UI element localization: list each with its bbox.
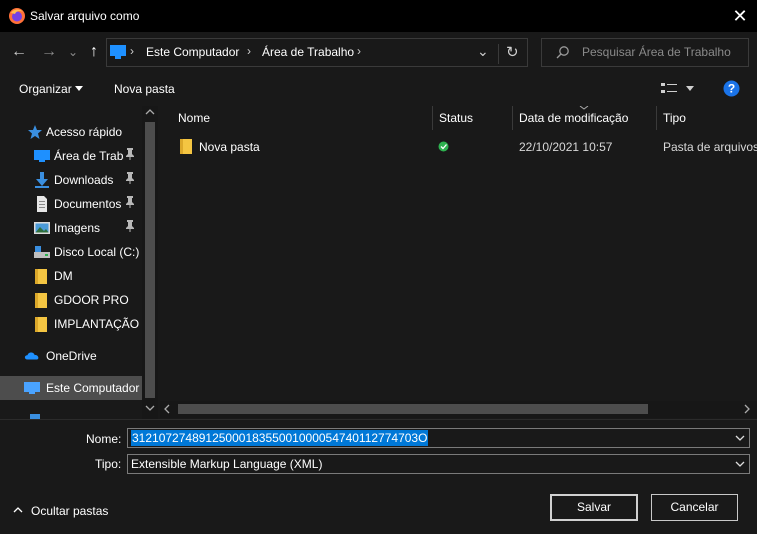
search-icon xyxy=(556,46,569,59)
column-divider[interactable] xyxy=(512,106,513,130)
folder-icon xyxy=(180,139,192,154)
folder-icon xyxy=(35,269,47,284)
back-button[interactable]: ← xyxy=(8,41,30,63)
sidebar-item-desktop[interactable]: Área de Traba xyxy=(0,144,142,168)
sidebar-item-label: Documentos xyxy=(54,197,122,211)
sidebar-item-label: IMPLANTAÇÃO xyxy=(54,317,140,331)
sort-indicator-icon xyxy=(579,106,589,110)
organize-dropdown-arrow-icon xyxy=(75,86,83,91)
sidebar-item-dm[interactable]: DM xyxy=(0,264,142,288)
file-name-value[interactable]: 3121072748912500018355001000054740112774… xyxy=(131,430,429,446)
sidebar-item-local-disk[interactable]: Disco Local (C:) xyxy=(0,240,142,264)
organize-button[interactable]: Organizar xyxy=(19,82,72,96)
column-header-name[interactable]: Nome xyxy=(178,106,210,130)
table-row[interactable]: Nova pasta 22/10/2021 10:57 Pasta de arq… xyxy=(160,134,757,158)
sidebar-item-this-computer[interactable]: Este Computador xyxy=(0,376,142,400)
folder-icon xyxy=(35,293,47,308)
up-button[interactable]: ↑ xyxy=(83,41,105,63)
file-type-dropdown-chevron-icon[interactable] xyxy=(735,461,745,467)
scroll-left-arrow-icon[interactable] xyxy=(164,404,170,414)
view-dropdown-arrow-icon[interactable] xyxy=(686,86,694,91)
sidebar-item-label: Área de Traba xyxy=(54,149,124,163)
pin-icon xyxy=(125,220,135,235)
computer-icon xyxy=(110,45,126,59)
sidebar-item-label: Este Computador xyxy=(46,381,140,395)
sidebar-item-quick-access[interactable]: Acesso rápido xyxy=(0,120,142,144)
pin-icon xyxy=(125,172,135,187)
column-header-modified[interactable]: Data de modificação xyxy=(519,106,628,130)
navigation-pane[interactable]: Acesso rápido Área de Traba Downloads Do… xyxy=(0,106,158,419)
file-type-value: Extensible Markup Language (XML) xyxy=(131,457,323,471)
new-folder-button[interactable]: Nova pasta xyxy=(114,82,175,96)
pin-icon xyxy=(125,196,135,211)
file-name-dropdown-chevron-icon[interactable] xyxy=(735,435,745,441)
column-divider[interactable] xyxy=(656,106,657,130)
refresh-button[interactable]: ↻ xyxy=(506,43,519,61)
download-icon xyxy=(35,172,49,188)
sidebar-item-label: Disco Local (C:) xyxy=(54,245,140,259)
scroll-down-arrow-icon[interactable] xyxy=(145,405,155,411)
image-icon xyxy=(34,222,50,234)
scroll-right-arrow-icon[interactable] xyxy=(744,404,750,414)
help-glyph: ? xyxy=(728,82,735,96)
breadcrumb-separator: › xyxy=(130,44,134,58)
document-icon xyxy=(37,196,47,212)
sidebar-item-label: DM xyxy=(54,269,73,283)
file-type: Pasta de arquivos xyxy=(663,140,757,154)
sidebar-item-onedrive[interactable]: OneDrive xyxy=(0,344,142,368)
star-icon xyxy=(28,125,42,139)
firefox-icon xyxy=(9,8,25,24)
drive-icon xyxy=(34,246,50,258)
breadcrumb-item-computer[interactable]: Este Computador xyxy=(146,45,239,59)
sidebar-item-label: GDOOR PRO xyxy=(54,293,129,307)
column-header-status[interactable]: Status xyxy=(439,106,473,130)
network-icon xyxy=(30,414,40,419)
recent-locations-chevron-icon[interactable]: ⌄ xyxy=(62,41,84,63)
scroll-up-arrow-icon[interactable] xyxy=(145,109,155,115)
search-input[interactable]: Pesquisar Área de Trabalho xyxy=(582,45,731,59)
sidebar-scrollbar-thumb[interactable] xyxy=(145,122,155,398)
folder-icon xyxy=(35,317,47,332)
file-type-label: Tipo: xyxy=(95,457,122,471)
file-name-label: Nome: xyxy=(86,432,122,446)
close-button[interactable]: ✕ xyxy=(727,3,753,29)
breadcrumb-item-desktop[interactable]: Área de Trabalho xyxy=(262,45,354,59)
sidebar-item-downloads[interactable]: Downloads xyxy=(0,168,142,192)
sync-status-ok-icon xyxy=(438,141,449,152)
computer-icon xyxy=(24,382,40,394)
sidebar-item-label: OneDrive xyxy=(46,349,97,363)
help-icon[interactable]: ? xyxy=(723,80,740,97)
collapse-chevron-up-icon[interactable] xyxy=(13,507,23,513)
address-dropdown-chevron-icon[interactable]: ⌄ xyxy=(477,43,489,60)
desktop-icon xyxy=(34,150,50,162)
view-options-icon[interactable] xyxy=(661,82,677,94)
hide-folders-button[interactable]: Ocultar pastas xyxy=(31,504,108,518)
file-list[interactable]: Nome Status Data de modificação Tipo Nov… xyxy=(160,106,757,419)
cancel-button[interactable]: Cancelar xyxy=(651,494,738,521)
column-divider[interactable] xyxy=(432,106,433,130)
sidebar-item-label: Acesso rápido xyxy=(46,125,123,139)
sidebar-item-images[interactable]: Imagens xyxy=(0,216,142,240)
breadcrumb-separator: › xyxy=(247,44,251,58)
column-header-type[interactable]: Tipo xyxy=(663,106,686,130)
pin-icon xyxy=(125,148,135,163)
sidebar-item-implantacao[interactable]: IMPLANTAÇÃO xyxy=(0,312,142,336)
sidebar-item-label: Downloads xyxy=(54,173,114,187)
file-modified: 22/10/2021 10:57 xyxy=(519,140,613,154)
sidebar-item-documents[interactable]: Documentos xyxy=(0,192,142,216)
breadcrumb-separator: › xyxy=(357,44,361,58)
horizontal-scrollbar-thumb[interactable] xyxy=(178,404,648,414)
cloud-icon xyxy=(24,352,39,360)
sidebar-item-gdoor-pro[interactable]: GDOOR PRO xyxy=(0,288,142,312)
sidebar-item-label: Imagens xyxy=(54,221,101,235)
forward-button[interactable]: → xyxy=(38,41,60,63)
save-button[interactable]: Salvar xyxy=(550,494,638,521)
file-name: Nova pasta xyxy=(199,140,260,154)
window-title: Salvar arquivo como xyxy=(30,9,140,23)
